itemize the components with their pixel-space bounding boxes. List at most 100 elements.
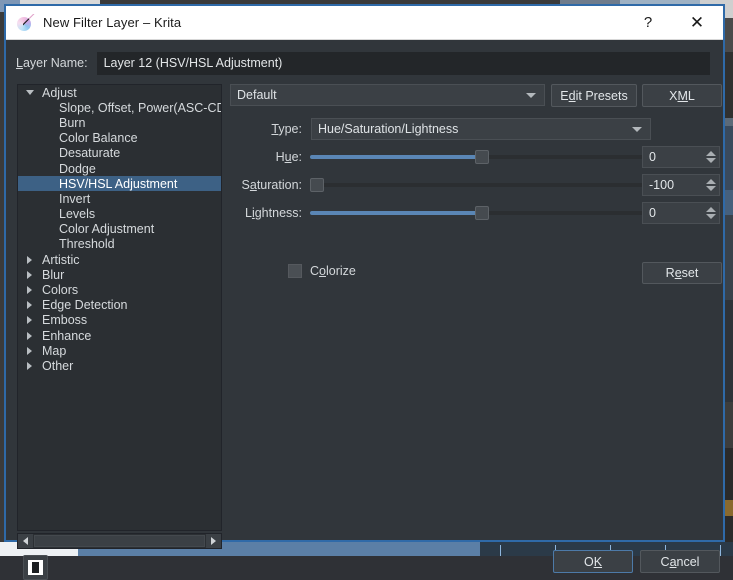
chevron-down-icon[interactable] [22, 90, 37, 95]
tree-item-label: HSV/HSL Adjustment [59, 177, 177, 191]
dialog-title: New Filter Layer – Krita [43, 15, 181, 30]
saturation-value: -100 [643, 178, 703, 192]
tree-item-label: Slope, Offset, Power(ASC-CDL) [59, 101, 222, 115]
slider-fill [310, 211, 482, 215]
tree-group-label: Colors [37, 283, 78, 297]
scroll-right-icon[interactable] [206, 534, 221, 548]
tree-item-label: Burn [59, 116, 85, 130]
tree-group-label: Enhance [37, 329, 91, 343]
saturation-label: Saturation: [230, 178, 302, 192]
filter-type-row: Type: Hue/Saturation/Lightness [252, 118, 722, 140]
chevron-right-icon[interactable] [22, 362, 37, 370]
tree-item-label: Color Adjustment [59, 222, 154, 236]
dialog-body: Layer Name: Adjust Slope, Offset, Power(… [6, 40, 723, 540]
tree-item-label: Desaturate [59, 146, 120, 160]
tree-item-slope-offset-power[interactable]: Slope, Offset, Power(ASC-CDL) [18, 100, 221, 115]
tree-item-label: Levels [59, 207, 95, 221]
spinbox-arrows[interactable] [703, 203, 719, 223]
layer-name-input[interactable] [97, 52, 710, 75]
xml-button[interactable]: XML [642, 84, 722, 107]
chevron-right-icon[interactable] [22, 256, 37, 264]
scroll-left-icon[interactable] [18, 534, 33, 548]
split-panel-icon[interactable] [23, 555, 48, 580]
layer-name-label: Layer Name: [16, 56, 88, 70]
tree-item-levels[interactable]: Levels [18, 207, 221, 222]
lightness-spinbox[interactable]: 0 [642, 202, 720, 224]
help-button[interactable]: ? [625, 6, 671, 39]
slider-fill [310, 155, 482, 159]
reset-button[interactable]: Reset [642, 262, 722, 284]
chevron-right-icon[interactable] [22, 286, 37, 294]
tree-group-label: Emboss [37, 313, 87, 327]
cancel-button[interactable]: Cancel [640, 550, 720, 573]
colorize-row[interactable]: Colorize [288, 264, 356, 278]
tree-item-dodge[interactable]: Dodge [18, 161, 221, 176]
chevron-right-icon[interactable] [22, 316, 37, 324]
tree-item-invert[interactable]: Invert [18, 191, 221, 206]
tree-group-label: Adjust [37, 86, 77, 100]
lightness-slider[interactable] [310, 203, 654, 223]
colorize-checkbox[interactable] [288, 264, 302, 278]
spinbox-arrows[interactable] [703, 147, 719, 167]
filter-tree-horizontal-scrollbar[interactable] [17, 533, 222, 549]
hue-spinbox[interactable]: 0 [642, 146, 720, 168]
tree-item-color-balance[interactable]: Color Balance [18, 131, 221, 146]
spin-up-icon [706, 151, 716, 156]
filter-tree[interactable]: Adjust Slope, Offset, Power(ASC-CDL) Bur… [17, 84, 222, 531]
tree-group-label: Artistic [37, 253, 80, 267]
tree-item-threshold[interactable]: Threshold [18, 237, 221, 252]
chevron-right-icon[interactable] [22, 347, 37, 355]
tree-group-label: Other [37, 359, 73, 373]
filter-type-dropdown[interactable]: Hue/Saturation/Lightness [311, 118, 651, 140]
tree-group-artistic[interactable]: Artistic [18, 252, 221, 267]
tree-item-label: Color Balance [59, 131, 138, 145]
edit-presets-button[interactable]: Edit Presets [551, 84, 637, 107]
chevron-right-icon[interactable] [22, 271, 37, 279]
saturation-slider-row: Saturation: [230, 174, 710, 196]
chevron-down-icon [632, 127, 642, 132]
chevron-right-icon[interactable] [22, 301, 37, 309]
tree-item-desaturate[interactable]: Desaturate [18, 146, 221, 161]
tree-item-burn[interactable]: Burn [18, 115, 221, 130]
slider-groove [310, 183, 654, 187]
tree-group-emboss[interactable]: Emboss [18, 313, 221, 328]
spin-down-icon [706, 186, 716, 191]
tree-group-label: Blur [37, 268, 64, 282]
saturation-slider[interactable] [310, 175, 654, 195]
chevron-right-icon[interactable] [22, 332, 37, 340]
filter-settings-panel: Default Edit Presets XML Type: Hue/Satur… [230, 84, 710, 549]
hue-slider-row: Hue: [230, 146, 710, 168]
slider-handle[interactable] [475, 150, 489, 164]
slider-handle[interactable] [475, 206, 489, 220]
tree-group-edge-detection[interactable]: Edge Detection [18, 298, 221, 313]
colorize-label: Colorize [310, 264, 356, 278]
ok-button[interactable]: OK [553, 550, 633, 573]
spinbox-arrows[interactable] [703, 175, 719, 195]
krita-logo-icon [16, 14, 34, 32]
tree-item-color-adjustment[interactable]: Color Adjustment [18, 222, 221, 237]
filter-type-label: Type: [252, 122, 302, 136]
spin-up-icon [706, 179, 716, 184]
tree-group-map[interactable]: Map [18, 343, 221, 358]
lightness-label: Lightness: [230, 206, 302, 220]
tree-item-label: Invert [59, 192, 90, 206]
hue-slider[interactable] [310, 147, 654, 167]
tree-item-hsv-hsl-adjustment[interactable]: HSV/HSL Adjustment [18, 176, 221, 191]
tree-group-other[interactable]: Other [18, 358, 221, 373]
tree-group-colors[interactable]: Colors [18, 282, 221, 297]
close-button[interactable]: ✕ [671, 6, 723, 39]
layer-name-row: Layer Name: [16, 51, 710, 75]
saturation-spinbox[interactable]: -100 [642, 174, 720, 196]
new-filter-layer-dialog: New Filter Layer – Krita ? ✕ Layer Name:… [4, 4, 725, 542]
tree-group-adjust[interactable]: Adjust [18, 85, 221, 100]
tree-group-blur[interactable]: Blur [18, 267, 221, 282]
window-buttons: ? ✕ [625, 6, 723, 39]
spin-down-icon [706, 158, 716, 163]
dialog-titlebar[interactable]: New Filter Layer – Krita ? ✕ [6, 6, 723, 40]
lightness-slider-row: Lightness: [230, 202, 710, 224]
preset-dropdown[interactable]: Default [230, 84, 545, 106]
tree-group-enhance[interactable]: Enhance [18, 328, 221, 343]
scrollbar-thumb[interactable] [34, 535, 205, 547]
spin-up-icon [706, 207, 716, 212]
slider-handle[interactable] [310, 178, 324, 192]
